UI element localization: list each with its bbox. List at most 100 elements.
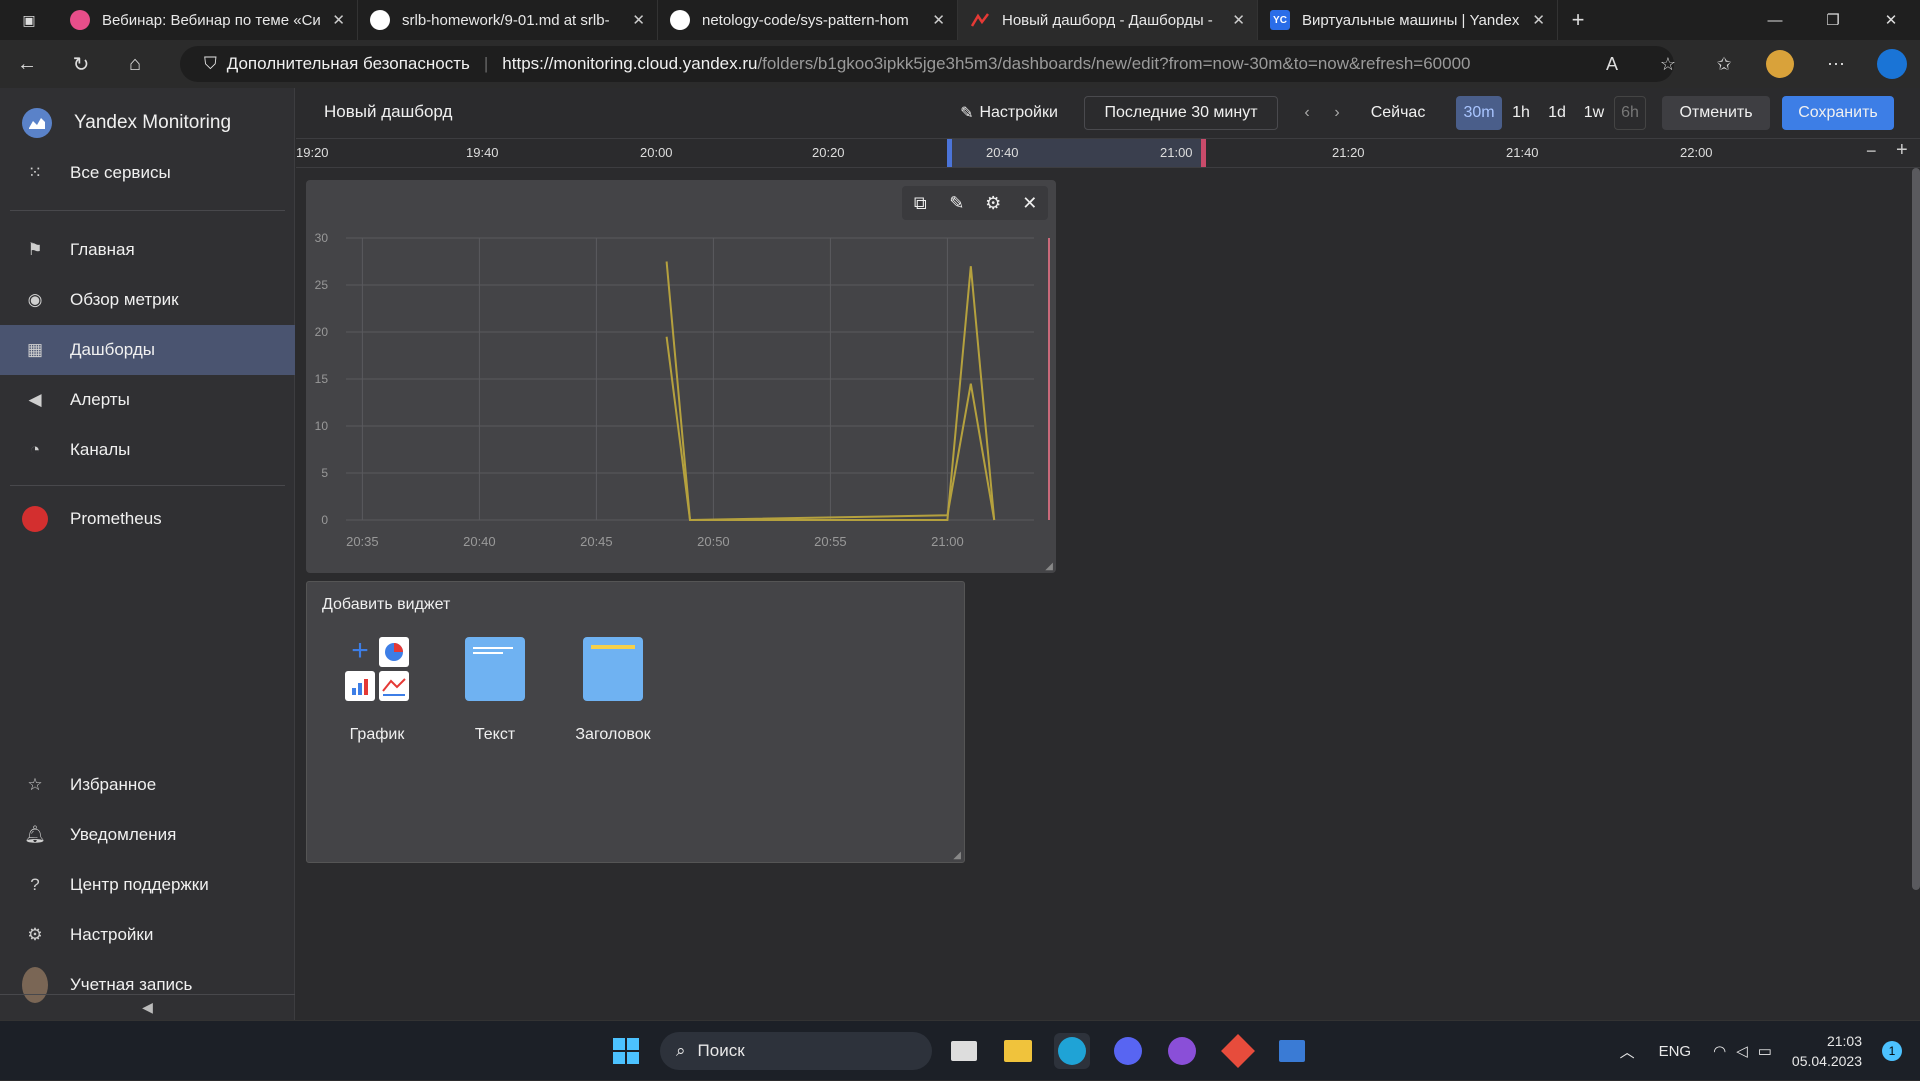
selection-end-handle[interactable] bbox=[1201, 139, 1206, 167]
url-path: /folders/b1gkoo3ipkk5jge3h5m3/dashboards… bbox=[757, 54, 1471, 73]
scale-1h[interactable]: 1h bbox=[1504, 96, 1538, 130]
cancel-button[interactable]: Отменить bbox=[1662, 96, 1770, 130]
sidebar-item-label: Центр поддержки bbox=[70, 875, 209, 894]
y-tick-label: 5 bbox=[321, 466, 328, 480]
sidebar-item-label: Каналы bbox=[70, 440, 131, 459]
sidebar-item-prometheus[interactable]: Prometheus bbox=[0, 494, 295, 544]
language-indicator[interactable]: ENG bbox=[1659, 1043, 1692, 1060]
sidebar-item-favorites[interactable]: ☆ Избранное bbox=[0, 760, 295, 810]
x-tick-label: 20:35 bbox=[346, 534, 379, 549]
restore-icon[interactable]: ❐ bbox=[1804, 0, 1862, 40]
read-aloud-icon[interactable]: A bbox=[1584, 54, 1640, 75]
sidebar-item-alerts[interactable]: ◀ Алерты bbox=[0, 375, 295, 425]
zoom-out-button[interactable]: − bbox=[1866, 141, 1877, 162]
zoom-in-button[interactable]: + bbox=[1896, 139, 1908, 162]
browser-tab[interactable]: Вебинар: Вебинар по теме «Си ✕ bbox=[58, 0, 358, 40]
clock[interactable]: 21:03 05.04.2023 bbox=[1792, 1031, 1862, 1071]
profile-avatar[interactable] bbox=[1752, 50, 1808, 78]
browser-tab[interactable]: YC Виртуальные машины | Yandex ✕ bbox=[1258, 0, 1558, 40]
home-icon[interactable]: ⌂ bbox=[108, 40, 162, 88]
favorites-icon[interactable]: ✩ bbox=[1696, 54, 1752, 75]
wifi-icon[interactable]: ◠ bbox=[1713, 1042, 1726, 1060]
star-icon: ☆ bbox=[27, 775, 43, 794]
back-icon[interactable]: ← bbox=[0, 40, 54, 88]
sidebar-item-settings[interactable]: ⚙ Настройки bbox=[0, 910, 295, 960]
scrollbar[interactable] bbox=[1912, 168, 1920, 890]
chevron-left-icon[interactable]: ‹ bbox=[1292, 96, 1322, 130]
add-text-widget[interactable]: Текст bbox=[455, 637, 535, 744]
chevron-up-icon[interactable]: ︿ bbox=[1620, 1041, 1635, 1062]
meeting-app-icon bbox=[70, 10, 90, 30]
windows-start-icon[interactable] bbox=[608, 1033, 644, 1069]
taskbar: ⌕ Поиск ︿ ENG ◠ ◁ ▭ 21:03 05.04.2023 1 bbox=[0, 1020, 1920, 1080]
sidebar-item-dashboards[interactable]: ▦ Дашборды bbox=[0, 325, 295, 375]
browser-tab[interactable]: netology-code/sys-pattern-hom ✕ bbox=[658, 0, 958, 40]
time-range-select[interactable]: Последние 30 минут bbox=[1084, 96, 1278, 130]
scale-30m[interactable]: 30m bbox=[1456, 96, 1502, 130]
close-icon[interactable]: ✕ bbox=[332, 11, 345, 29]
y-tick-label: 25 bbox=[315, 278, 329, 292]
battery-icon[interactable]: ▭ bbox=[1758, 1042, 1772, 1060]
sidebar-item-home[interactable]: ⚑ Главная bbox=[0, 225, 295, 275]
copilot-icon[interactable] bbox=[1864, 49, 1920, 79]
scale-1w[interactable]: 1w bbox=[1576, 96, 1612, 130]
resize-handle-icon[interactable]: ◢ bbox=[1045, 561, 1053, 572]
sidebar-item-channels[interactable]: ◔ Каналы bbox=[0, 425, 295, 475]
minimize-icon[interactable]: — bbox=[1746, 0, 1804, 40]
tab-actions-icon[interactable]: ▣ bbox=[0, 0, 58, 40]
add-favorite-icon[interactable]: ☆ bbox=[1640, 54, 1696, 75]
save-button[interactable]: Сохранить bbox=[1782, 96, 1894, 130]
new-tab-button[interactable]: + bbox=[1558, 7, 1598, 33]
search-label: Поиск bbox=[697, 1041, 745, 1060]
gear-icon[interactable]: ⚙ bbox=[978, 193, 1008, 214]
pencil-icon[interactable]: ✎ bbox=[942, 193, 972, 214]
now-button[interactable]: Сейчас bbox=[1358, 96, 1438, 130]
all-services-label: Все сервисы bbox=[70, 163, 171, 182]
copy-icon[interactable]: ⧉ bbox=[905, 193, 935, 214]
close-icon[interactable]: ✕ bbox=[1532, 11, 1545, 29]
timeline-ruler[interactable]: 19:20 19:40 20:00 20:20 20:40 21:00 21:2… bbox=[296, 138, 1920, 168]
notification-badge[interactable]: 1 bbox=[1882, 1041, 1902, 1061]
settings-button[interactable]: ✎ Настройки bbox=[954, 96, 1064, 130]
browser-tab-active[interactable]: Новый дашборд - Дашборды - ✕ bbox=[958, 0, 1258, 40]
reload-icon[interactable]: ↻ bbox=[54, 40, 108, 88]
sidebar-item-notifications[interactable]: 🔔︎ Уведомления bbox=[0, 810, 295, 860]
heading-widget-icon bbox=[583, 637, 643, 701]
timeline-tick: 20:00 bbox=[640, 145, 673, 160]
sidebar-item-metrics[interactable]: ◉ Обзор метрик bbox=[0, 275, 295, 325]
app-icon[interactable] bbox=[1220, 1033, 1256, 1069]
close-icon[interactable]: ✕ bbox=[1232, 11, 1245, 29]
chart-widget[interactable]: 0 5 10 15 20 25 30 20:35 20:40 20:45 20:50 20:55 21:… bbox=[306, 180, 1056, 573]
scale-1d[interactable]: 1d bbox=[1540, 96, 1574, 130]
close-icon[interactable]: ✕ bbox=[932, 11, 945, 29]
browser-tab[interactable]: srlb-homework/9-01.md at srlb- ✕ bbox=[358, 0, 658, 40]
all-services[interactable]: ⁙ Все сервисы bbox=[0, 148, 295, 198]
taskbar-search[interactable]: ⌕ Поиск bbox=[660, 1032, 932, 1070]
network-app-icon[interactable] bbox=[1274, 1033, 1310, 1069]
resize-handle-icon[interactable]: ◢ bbox=[953, 850, 961, 861]
discord-icon[interactable] bbox=[1110, 1033, 1146, 1069]
shield-icon[interactable]: ⛉ bbox=[204, 54, 217, 74]
github-desktop-icon[interactable] bbox=[1164, 1033, 1200, 1069]
selection-start-handle[interactable] bbox=[947, 139, 952, 167]
close-window-icon[interactable]: ✕ bbox=[1862, 0, 1920, 40]
volume-icon[interactable]: ◁ bbox=[1736, 1042, 1748, 1060]
close-icon[interactable]: ✕ bbox=[1015, 193, 1045, 214]
flag-icon: ⚑ bbox=[27, 240, 43, 259]
yc-icon: YC bbox=[1270, 10, 1290, 30]
add-chart-widget[interactable]: + График bbox=[337, 636, 417, 744]
system-tray: ︿ ENG ◠ ◁ ▭ 21:03 05.04.2023 1 bbox=[1620, 1021, 1920, 1081]
collapse-sidebar-button[interactable]: ◀ bbox=[0, 994, 295, 1020]
file-explorer-icon[interactable] bbox=[1000, 1033, 1036, 1069]
task-view-icon[interactable] bbox=[946, 1033, 982, 1069]
url-field[interactable]: ⛉ Дополнительная безопасность | https://… bbox=[180, 46, 1674, 82]
close-icon[interactable]: ✕ bbox=[632, 11, 645, 29]
chevron-right-icon[interactable]: › bbox=[1322, 96, 1352, 130]
brand[interactable]: Yandex Monitoring bbox=[0, 98, 295, 148]
sidebar-item-support[interactable]: ? Центр поддержки bbox=[0, 860, 295, 910]
add-heading-widget[interactable]: Заголовок bbox=[573, 637, 653, 744]
security-label: Дополнительная безопасность bbox=[226, 54, 470, 73]
more-icon[interactable]: ⋯ bbox=[1808, 54, 1864, 75]
scale-6h[interactable]: 6h bbox=[1614, 96, 1646, 130]
edge-icon[interactable] bbox=[1054, 1033, 1090, 1069]
